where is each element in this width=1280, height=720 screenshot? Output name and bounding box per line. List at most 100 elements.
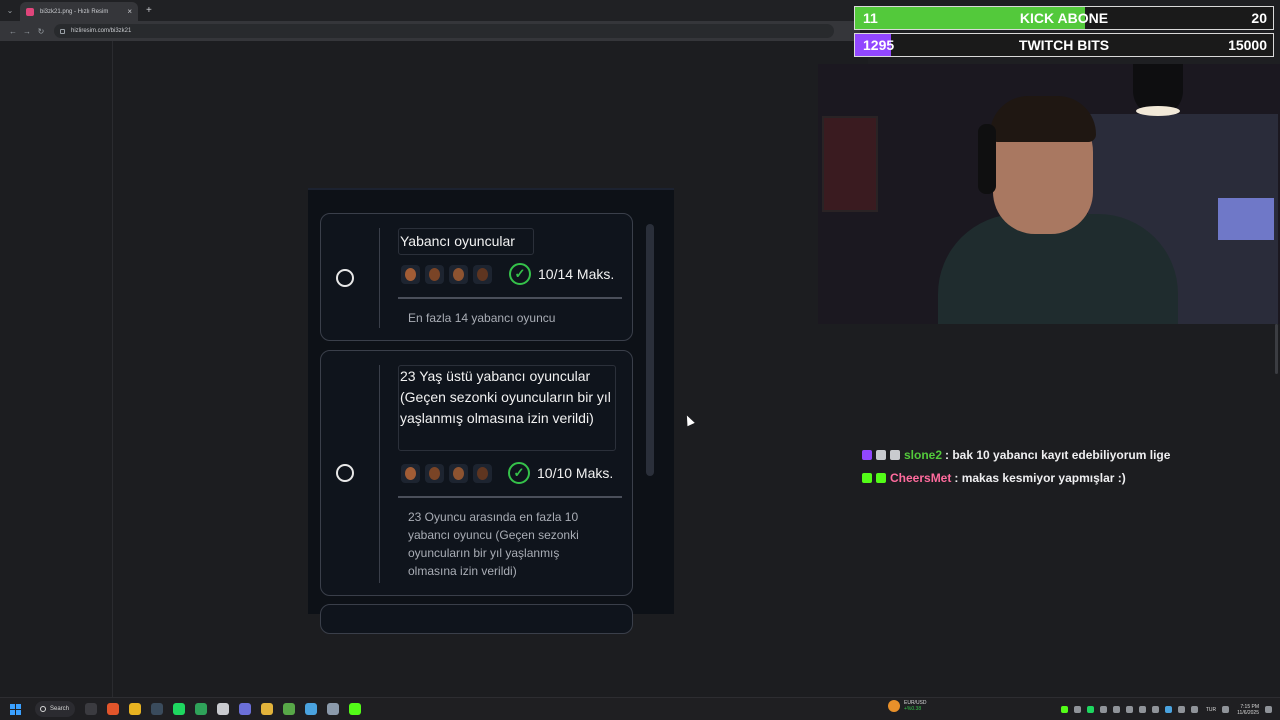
chat-badge-icon <box>876 473 886 483</box>
tray-app-icon[interactable] <box>1099 706 1107 713</box>
chat-badge-icon <box>862 450 872 460</box>
player-face-icon <box>473 464 492 483</box>
tray-app-icon[interactable] <box>1125 706 1133 713</box>
chrome-icon[interactable] <box>129 703 141 715</box>
currency-widget[interactable]: EUR/USD +%0.38 <box>888 700 927 712</box>
player-face-icon <box>473 265 492 284</box>
file-explorer-icon[interactable] <box>261 703 273 715</box>
settings-icon[interactable] <box>327 703 339 715</box>
app-icon[interactable] <box>305 703 317 715</box>
rule-radio-icon <box>336 464 354 482</box>
kick-icon[interactable] <box>349 703 361 715</box>
player-face-icon <box>401 464 420 483</box>
rule-radio-icon <box>336 269 354 287</box>
tray-bluetooth-icon[interactable] <box>1164 706 1172 713</box>
card-divider <box>379 228 380 328</box>
chat-message: slone2 : bak 10 yabancı kayıt edebiliyor… <box>862 448 1170 462</box>
system-tray: TUR 7:15 PM 11/6/2025 <box>1055 698 1280 720</box>
check-circle-icon: ✓ <box>508 462 530 484</box>
tab-close-icon[interactable]: × <box>127 7 132 16</box>
rule-description: 23 Oyuncu arasında en fazla 10 yabancı o… <box>408 510 579 578</box>
tray-app-icon[interactable] <box>1112 706 1120 713</box>
tray-app-icon[interactable] <box>1151 706 1159 713</box>
chat-badge-icon <box>890 450 900 460</box>
taskbar-search-button[interactable]: Search <box>35 701 75 717</box>
goal-title: TWITCH BITS <box>1018 37 1110 53</box>
url-input[interactable]: hizliresim.com/bi3zk21 <box>54 24 834 38</box>
search-icon <box>40 706 46 712</box>
rule-description: En fazla 14 yabancı oyuncu <box>408 311 556 325</box>
clock-time: 7:15 PM <box>1240 703 1259 710</box>
chat-message: CheersMet : makas kesmiyor yapmışlar :) <box>862 471 1126 485</box>
reload-button[interactable]: ↻ <box>34 27 48 36</box>
player-face-icon <box>449 464 468 483</box>
screen: ⌄ bi3zk21.png - Hızlı Resim × + ← → ↻ hi… <box>0 0 1280 720</box>
clock-date: 11/6/2025 <box>1237 709 1259 716</box>
browser-tab-bar: ⌄ bi3zk21.png - Hızlı Resim × + <box>0 0 860 21</box>
xbox-icon[interactable] <box>195 703 207 715</box>
browser-address-bar: ← → ↻ hizliresim.com/bi3zk21 <box>0 21 860 41</box>
tray-play-icon[interactable] <box>1060 706 1068 713</box>
rule-card-foreign-players: Yabancı oyuncular ✓ 10/14 Maks. En fazla… <box>320 213 633 341</box>
chat-badge-icon <box>862 473 872 483</box>
obs-icon[interactable] <box>151 703 163 715</box>
currency-icon <box>888 700 900 712</box>
shared-screenshot-image: Yabancı oyuncular ✓ 10/14 Maks. En fazla… <box>308 188 674 634</box>
task-view-icon[interactable] <box>85 703 97 715</box>
player-face-icon <box>449 265 468 284</box>
site-info-icon[interactable] <box>60 28 65 34</box>
keyboard-language[interactable]: TUR <box>1206 707 1216 713</box>
image-scrollbar <box>646 224 654 476</box>
chat-badge-icon <box>876 450 886 460</box>
tray-app-icon[interactable] <box>1138 706 1146 713</box>
headset <box>978 124 996 194</box>
windows-start-icon[interactable] <box>10 703 21 715</box>
player-faces <box>401 464 492 483</box>
card-separator <box>398 496 622 498</box>
card-separator <box>398 297 622 299</box>
tray-microphone-icon[interactable] <box>1177 706 1185 713</box>
player-face-icon <box>401 265 420 284</box>
discord-icon[interactable] <box>239 703 251 715</box>
card-title: 23 Yaş üstü yabancı oyuncular (Geçen sez… <box>400 368 611 426</box>
browser-tab[interactable]: bi3zk21.png - Hızlı Resim × <box>20 2 138 21</box>
rule-count: 10/10 Maks. <box>537 465 614 481</box>
forward-button[interactable]: → <box>20 27 34 36</box>
chat-text: : bak 10 yabancı kayıt edebiliyorum lige <box>945 448 1171 462</box>
page-gutter-divider <box>112 41 113 697</box>
goal-target: 15000 <box>1228 37 1267 53</box>
rule-count: 10/14 Maks. <box>538 266 615 282</box>
chat-text: : makas kesmiyor yapmışlar :) <box>954 471 1126 485</box>
rule-card-partial <box>320 604 633 634</box>
spotify-icon[interactable] <box>173 703 185 715</box>
tray-spotify-icon[interactable] <box>1086 706 1094 713</box>
search-label: Search <box>50 706 70 712</box>
check-circle-icon: ✓ <box>509 263 531 285</box>
player-face-icon <box>425 464 444 483</box>
clock[interactable]: 7:15 PM 11/6/2025 <box>1237 704 1259 716</box>
volume-icon[interactable] <box>1222 706 1230 713</box>
player-faces <box>401 265 492 284</box>
new-tab-button[interactable]: + <box>146 5 152 16</box>
tab-list-chevron-icon[interactable]: ⌄ <box>0 6 20 15</box>
page-viewport: Yabancı oyuncular ✓ 10/14 Maks. En fazla… <box>0 41 868 697</box>
app-icon[interactable] <box>283 703 295 715</box>
goal-title: KICK ABONE <box>1019 10 1109 26</box>
tray-app-icon[interactable] <box>1073 706 1081 713</box>
player-face-icon <box>425 265 444 284</box>
back-button[interactable]: ← <box>6 27 20 36</box>
url-text: hizliresim.com/bi3zk21 <box>71 28 132 34</box>
notifications-icon[interactable] <box>1265 706 1272 713</box>
firefox-icon[interactable] <box>107 703 119 715</box>
chat-scrollbar <box>1275 324 1278 374</box>
site-favicon-icon <box>26 7 34 16</box>
chat-overlay <box>868 324 1280 697</box>
steam-icon[interactable] <box>217 703 229 715</box>
windows-taskbar: Search EUR/USD +%0.38 TUR 7:15 PM 11/6/2… <box>0 697 1280 720</box>
card-title: Yabancı oyuncular <box>400 233 515 249</box>
wall-poster <box>822 116 878 212</box>
tray-network-icon[interactable] <box>1190 706 1198 713</box>
goal-target: 20 <box>1251 10 1267 26</box>
goal-bar-kick-subs: 11 KICK ABONE 20 <box>854 6 1274 30</box>
background-monitor <box>1218 198 1274 240</box>
